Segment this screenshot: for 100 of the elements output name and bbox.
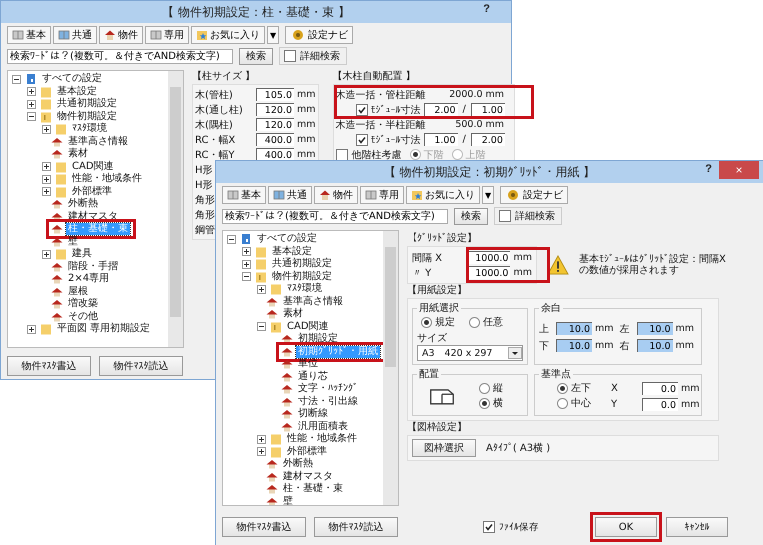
- expand-toggle[interactable]: [257, 447, 266, 456]
- expand-toggle[interactable]: [242, 272, 251, 282]
- toolbar-button[interactable]: お気に入り: [406, 186, 480, 204]
- tree-item[interactable]: ﾏｽﾀ環境: [70, 123, 109, 136]
- toolbar-button[interactable]: 設定ナビ: [285, 26, 354, 44]
- tree-item[interactable]: 外部標準: [285, 446, 329, 458]
- tree-item[interactable]: 2×4専用: [66, 273, 112, 286]
- search-button[interactable]: 検索: [454, 208, 488, 224]
- scrollbar[interactable]: [168, 71, 183, 347]
- expand-toggle[interactable]: [27, 100, 36, 109]
- tree-item[interactable]: すべての設定: [255, 233, 319, 246]
- toolbar-button[interactable]: 共通: [53, 26, 97, 44]
- tree-item[interactable]: 性能・地域条件: [285, 433, 359, 446]
- tree-item[interactable]: 基本設定: [55, 86, 99, 98]
- tree-item[interactable]: 素材: [66, 148, 90, 160]
- frame-select-button[interactable]: 図枠選択: [412, 439, 476, 457]
- expand-toggle[interactable]: [42, 187, 51, 196]
- radio-button[interactable]: [557, 398, 568, 408]
- toolbar-button[interactable]: お気に入り: [191, 26, 265, 44]
- tree-item[interactable]: 物件初期設定: [55, 110, 119, 123]
- tree-item[interactable]: 建材マスタ: [281, 470, 335, 483]
- tree-item[interactable]: 外断熱: [281, 458, 315, 470]
- tree-item[interactable]: すべての設定: [40, 73, 104, 86]
- search-field[interactable]: 検索ﾜｰﾄﾞは？(複数可。＆付きでAND検索文字): [7, 48, 233, 64]
- tree-item[interactable]: 共通初期設定: [270, 258, 334, 270]
- input-field[interactable]: 2.00: [470, 133, 505, 146]
- input-field[interactable]: 400.0: [256, 148, 294, 161]
- toolbar-button[interactable]: 基本: [7, 26, 51, 44]
- tree-item[interactable]: 素材: [281, 308, 305, 320]
- radio-button[interactable]: [479, 382, 490, 394]
- radio-button[interactable]: [479, 398, 490, 408]
- tree-item[interactable]: 初期設定: [296, 333, 340, 346]
- input-field[interactable]: 1000.0: [466, 251, 510, 264]
- tree-item[interactable]: 基準高さ情報: [281, 296, 345, 308]
- input-field[interactable]: 10.0: [556, 339, 592, 352]
- input-field[interactable]: 0.0: [642, 382, 678, 395]
- expand-toggle[interactable]: [42, 174, 51, 184]
- checkbox[interactable]: [284, 50, 296, 62]
- tree-item[interactable]: 寸法・引出線: [296, 396, 360, 408]
- expand-toggle[interactable]: [27, 87, 36, 96]
- toolbar-button[interactable]: 物件: [314, 186, 358, 204]
- tree-item[interactable]: 柱・基礎・束: [281, 483, 345, 496]
- input-field[interactable]: 1000.0: [466, 266, 510, 279]
- tree-item[interactable]: 屋根: [66, 286, 90, 298]
- tree-item[interactable]: 外断熱: [66, 198, 100, 210]
- input-field[interactable]: 10.0: [636, 322, 673, 335]
- help-button[interactable]: ?: [702, 163, 715, 175]
- size-dropdown[interactable]: A3 420 x 297: [417, 345, 523, 361]
- ok-button[interactable]: OK: [595, 517, 657, 537]
- radio-button[interactable]: [421, 316, 432, 328]
- input-field[interactable]: 1.00: [424, 133, 458, 146]
- tree-item[interactable]: CAD関連: [285, 320, 331, 333]
- input-field[interactable]: 120.0: [256, 118, 294, 131]
- tree-item[interactable]: 通り芯: [296, 370, 330, 383]
- toolbar-button[interactable]: 物件: [99, 26, 143, 44]
- radio-button[interactable]: [469, 316, 480, 328]
- cancel-button[interactable]: ｷｬﾝｾﾙ: [666, 517, 728, 537]
- input-field[interactable]: 2.00: [424, 103, 458, 116]
- expand-toggle[interactable]: [27, 112, 36, 122]
- checkbox[interactable]: [356, 104, 368, 116]
- expand-toggle[interactable]: [12, 74, 21, 84]
- toolbar-button[interactable]: 共通: [268, 186, 312, 204]
- tree-item[interactable]: 物件初期設定: [270, 270, 334, 283]
- scrollbar[interactable]: [383, 231, 398, 505]
- tree-item[interactable]: その他: [66, 310, 100, 323]
- input-field[interactable]: 105.0: [256, 88, 294, 101]
- master-button[interactable]: 物件ﾏｽﾀ読込: [314, 517, 398, 537]
- toolbar-button[interactable]: ▼: [482, 186, 494, 204]
- search-button[interactable]: 検索: [239, 48, 273, 64]
- master-button[interactable]: 物件ﾏｽﾀ読込: [99, 356, 183, 376]
- checkbox[interactable]: [356, 134, 368, 146]
- expand-toggle[interactable]: [42, 124, 51, 134]
- tree-item[interactable]: 壁: [281, 496, 295, 505]
- expand-toggle[interactable]: [257, 284, 266, 294]
- checkbox[interactable]: [499, 210, 511, 222]
- radio-button[interactable]: [557, 382, 568, 394]
- tree-item[interactable]: 建具: [70, 248, 94, 260]
- search-field[interactable]: 検索ﾜｰﾄﾞは？(複数可。＆付きでAND検索文字): [222, 208, 448, 224]
- input-field[interactable]: 10.0: [556, 322, 592, 335]
- expand-toggle[interactable]: [42, 250, 51, 259]
- master-button[interactable]: 物件ﾏｽﾀ書込: [222, 517, 306, 537]
- toolbar-button[interactable]: 専用: [145, 26, 189, 44]
- toolbar-button[interactable]: ▼: [267, 26, 280, 44]
- help-button[interactable]: ?: [480, 3, 493, 15]
- expand-toggle[interactable]: [242, 260, 251, 269]
- expand-toggle[interactable]: [257, 322, 266, 332]
- toolbar-button[interactable]: 専用: [360, 186, 404, 204]
- toolbar-button[interactable]: 基本: [222, 186, 266, 204]
- expand-toggle[interactable]: [27, 324, 36, 334]
- tree-item[interactable]: 基準高さ情報: [66, 136, 130, 148]
- tree-item[interactable]: 汎用面積表: [296, 420, 350, 433]
- tree-item[interactable]: CAD関連: [70, 160, 116, 173]
- tree-item[interactable]: 平面図 専用初期設定: [55, 323, 152, 336]
- tree-item[interactable]: 共通初期設定: [55, 98, 119, 110]
- master-button[interactable]: 物件ﾏｽﾀ書込: [7, 356, 91, 376]
- tree-item[interactable]: 基本設定: [270, 246, 314, 258]
- input-field[interactable]: 1.00: [470, 103, 505, 116]
- tree-item[interactable]: ﾏｽﾀ環境: [285, 283, 324, 296]
- expand-toggle[interactable]: [242, 247, 251, 256]
- tree-item[interactable]: 文字・ﾊｯﾁﾝｸﾞ: [296, 383, 360, 396]
